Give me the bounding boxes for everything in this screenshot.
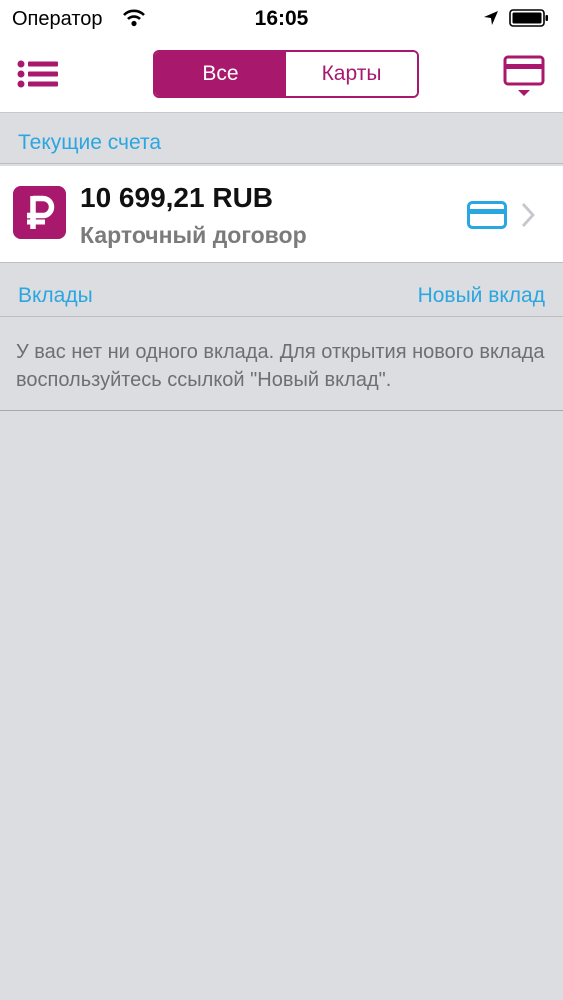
navigation-bar: Все Карты (0, 38, 563, 113)
clock: 16:05 (254, 7, 309, 30)
deposits-empty-message: У вас нет ни одного вклада. Для открытия… (16, 341, 545, 391)
segmented-control: Все Карты (153, 50, 419, 98)
section-divider (0, 410, 563, 411)
battery-icon (509, 9, 548, 27)
location-arrow-icon (484, 11, 498, 25)
card-icon (467, 201, 507, 229)
current-accounts-title: Текущие счета (18, 131, 162, 154)
current-accounts-header: Текущие счета (0, 113, 563, 164)
list-menu-icon[interactable] (16, 58, 60, 90)
account-row[interactable]: 10 699,21 RUB Карточный договор (0, 166, 563, 263)
card-dropdown-icon[interactable] (503, 55, 545, 99)
account-type: Карточный договор (80, 222, 307, 248)
new-deposit-link[interactable]: Новый вклад (418, 284, 545, 308)
status-bar: Оператор 16:05 (0, 0, 563, 38)
account-balance: 10 699,21 RUB (80, 182, 274, 213)
tab-all[interactable]: Все (155, 52, 286, 96)
tab-cards[interactable]: Карты (286, 52, 417, 96)
chevron-right-icon (521, 203, 535, 227)
ruble-icon (13, 186, 66, 239)
deposits-title: Вклады (18, 284, 93, 307)
deposits-header: Вклады Новый вклад (0, 266, 563, 317)
